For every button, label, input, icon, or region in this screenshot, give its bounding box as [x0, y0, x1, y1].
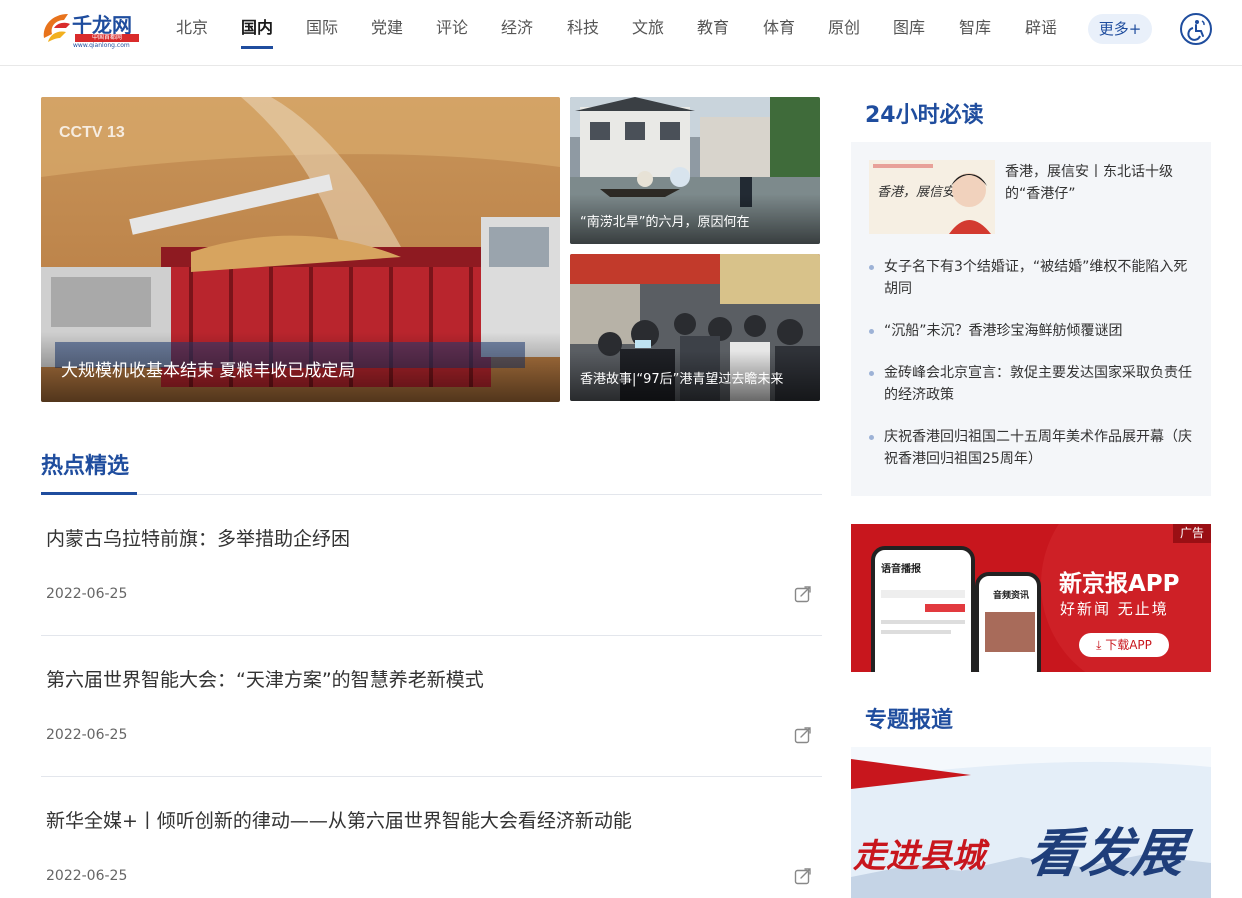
- nav-item-9[interactable]: 体育: [763, 17, 795, 49]
- share-icon[interactable]: [793, 584, 813, 604]
- hero-main-story[interactable]: CCTV 13 大规模机收基本结束 夏粮丰收已成定局: [41, 97, 560, 402]
- download-icon: ⤓: [1096, 638, 1102, 652]
- ad-subtitle: 好新闻 无止境: [1060, 600, 1169, 618]
- topic-banner-text-2: 看发展: [1024, 824, 1189, 884]
- hero-side-story-1[interactable]: “南涝北旱”的六月，原因何在: [570, 97, 820, 244]
- nav-item-7[interactable]: 文旅: [632, 17, 664, 49]
- share-icon[interactable]: [793, 866, 813, 886]
- download-app-button[interactable]: ⤓ 下载APP: [1079, 633, 1169, 657]
- ad-title: 新京报APP: [1059, 571, 1180, 597]
- article-title[interactable]: 第六届世界智能大会：“天津方案”的智慧养老新模式: [46, 665, 484, 692]
- more-nav-button[interactable]: 更多+: [1088, 14, 1152, 44]
- nav-item-6[interactable]: 科技: [567, 17, 599, 49]
- accessibility-button[interactable]: [1180, 13, 1212, 45]
- featured-thumb-image: 香港，展信安。: [869, 160, 995, 234]
- hero-side-caption-2[interactable]: 香港故事|“97后”港青望过去瞻未来: [570, 351, 820, 401]
- ad-phone-left-line3: [881, 630, 951, 634]
- app-ad-banner[interactable]: 语音播报 音频资讯 广告 新京报APP 好新闻 无止境 ⤓ 下载APP: [851, 524, 1211, 672]
- article-title[interactable]: 新华全媒+丨倾听创新的律动——从第六届世界智能大会看经济新动能: [46, 806, 632, 833]
- ad-phone-right-image: [985, 612, 1035, 652]
- topic-banner[interactable]: 走进县城 看发展: [851, 747, 1211, 898]
- nav-item-13[interactable]: 辟谣: [1025, 17, 1057, 49]
- nav-item-12[interactable]: 智库: [959, 17, 991, 49]
- featured-title[interactable]: 香港，展信安丨东北话十级的“香港仔”: [1005, 161, 1201, 205]
- share-icon[interactable]: [793, 725, 813, 745]
- article-row[interactable]: 内蒙古乌拉特前旗：多举措助企纾困 2022-06-25: [41, 495, 822, 636]
- ad-badge: 广告: [1173, 524, 1211, 543]
- nav-item-2[interactable]: 国际: [306, 17, 338, 49]
- hero-side-caption-1[interactable]: “南涝北旱”的六月，原因何在: [570, 194, 820, 244]
- logo-badge: 中国首都网: [75, 34, 139, 42]
- article-title[interactable]: 内蒙古乌拉特前旗：多举措助企纾困: [46, 524, 350, 551]
- nav-item-8[interactable]: 教育: [697, 17, 729, 49]
- logo-url: www.qianlong.com: [73, 42, 130, 49]
- must-read-item[interactable]: “沉船”未沉？香港珍宝海鲜舫倾覆谜团: [869, 320, 1196, 342]
- site-logo[interactable]: 千龙网 中国首都网 www.qianlong.com: [40, 8, 142, 50]
- must-read-item[interactable]: 庆祝香港回归祖国二十五周年美术作品展开幕（庆祝香港回归祖国25周年）: [869, 426, 1196, 470]
- nav-item-11[interactable]: 图库: [893, 17, 925, 49]
- ad-phone-right: 音频资讯: [975, 572, 1041, 672]
- article-date: 2022-06-25: [46, 586, 128, 602]
- dragon-logo-icon: [43, 14, 70, 42]
- ad-phone-left-line2: [881, 620, 965, 624]
- svg-text:CCTV 13: CCTV 13: [59, 124, 125, 141]
- hero-main-caption[interactable]: 大规模机收基本结束 夏粮丰收已成定局: [41, 332, 560, 402]
- article-date: 2022-06-25: [46, 727, 128, 743]
- must-read-item[interactable]: 金砖峰会北京宣言：敦促主要发达国家采取负责任的经济政策: [869, 362, 1196, 406]
- article-row[interactable]: 新华全媒+丨倾听创新的律动——从第六届世界智能大会看经济新动能 2022-06-2…: [41, 777, 822, 898]
- article-row[interactable]: 第六届世界智能大会：“天津方案”的智慧养老新模式 2022-06-25: [41, 636, 822, 777]
- topics-title: 专题报道: [865, 708, 954, 733]
- must-read-title: 24小时必读: [865, 103, 984, 128]
- nav-item-5[interactable]: 经济: [501, 17, 533, 49]
- article-date: 2022-06-25: [46, 868, 128, 884]
- nav-item-1[interactable]: 国内: [241, 17, 274, 49]
- hot-section-header: 热点精选: [41, 448, 822, 495]
- featured-thumbnail[interactable]: 香港，展信安。: [869, 160, 995, 234]
- ad-phone-left-label: 语音播报: [881, 564, 921, 575]
- ad-phone-right-label: 音频资讯: [993, 591, 1030, 601]
- nav-item-3[interactable]: 党建: [371, 17, 403, 49]
- ad-phone-left-line: [881, 590, 965, 598]
- nav-item-10[interactable]: 原创: [828, 17, 860, 49]
- accessibility-icon: [1187, 20, 1205, 41]
- hero-side-story-2[interactable]: 香港故事|“97后”港青望过去瞻未来: [570, 254, 820, 401]
- topic-banner-text-1: 走进县城: [853, 836, 985, 875]
- site-header: 千龙网 中国首都网 www.qianlong.com 北京 国内 国际 党建 评论 经济 科…: [0, 0, 1242, 66]
- download-app-label: 下载APP: [1105, 638, 1152, 652]
- hot-section-title: 热点精选: [41, 454, 130, 479]
- ad-phone-left: 语音播报: [871, 546, 975, 672]
- ad-phone-left-tag: [925, 604, 965, 612]
- nav-item-0[interactable]: 北京: [176, 17, 208, 49]
- must-read-panel: 香港，展信安。 香港，展信安丨东北话十级的“香港仔” 女子名下有3个结婚证，“被…: [851, 142, 1211, 496]
- nav-item-4[interactable]: 评论: [436, 17, 468, 49]
- must-read-item[interactable]: 女子名下有3个结婚证，“被结婚”维权不能陷入死胡同: [869, 256, 1196, 300]
